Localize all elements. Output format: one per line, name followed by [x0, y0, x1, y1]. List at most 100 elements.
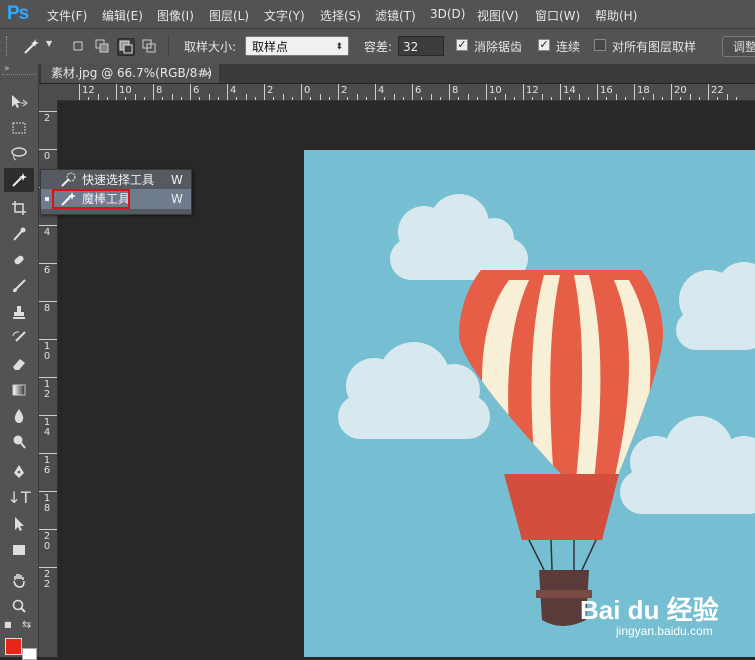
- h-ruler-minor-tick: [541, 94, 543, 100]
- stamp-icon: [13, 306, 25, 319]
- h-ruler-minor-tick: [245, 94, 247, 100]
- h-ruler-label: 6: [415, 85, 422, 96]
- refine-edge-button[interactable]: 调整: [722, 36, 755, 57]
- swap-colors-icon[interactable]: ⇆: [22, 618, 31, 631]
- eyedropper-tool[interactable]: [4, 222, 34, 246]
- menu-3d[interactable]: 3D(D): [430, 7, 465, 21]
- preset-dropdown-icon[interactable]: ▼: [46, 39, 52, 48]
- default-colors-icon[interactable]: ■: [4, 620, 12, 629]
- h-ruler-minor-tick: [624, 97, 626, 100]
- menu-view[interactable]: 视图(V): [477, 7, 519, 24]
- h-ruler-tick: [486, 84, 487, 100]
- horizontal-ruler[interactable]: 12 10 8 6 4 2 0 2 4 6 8 10 12 14 16 18 20 22: [57, 84, 755, 101]
- sample-all-layers-checkbox[interactable]: [594, 39, 606, 51]
- menu-select[interactable]: 选择(S): [320, 7, 361, 24]
- h-ruler-minor-tick: [421, 97, 423, 100]
- zoom-tool[interactable]: [4, 594, 34, 618]
- separator: [168, 35, 169, 57]
- h-ruler-minor-tick: [606, 97, 608, 100]
- h-ruler-label: 4: [230, 85, 237, 96]
- h-ruler-minor-tick: [143, 97, 145, 100]
- h-ruler-minor-tick: [615, 94, 617, 100]
- h-ruler-minor-tick: [476, 97, 478, 100]
- shape-tool[interactable]: [4, 538, 34, 562]
- path-selection-tool[interactable]: [4, 512, 34, 536]
- tool-preset-picker[interactable]: [20, 36, 42, 56]
- toolbox-grip[interactable]: [2, 74, 36, 77]
- menu-window[interactable]: 窗口(W): [535, 7, 580, 24]
- dodge-tool[interactable]: [4, 430, 34, 454]
- background-color-swatch[interactable]: [22, 648, 37, 660]
- h-ruler-minor-tick: [347, 97, 349, 100]
- blur-tool[interactable]: [4, 404, 34, 428]
- contiguous-label: 连续: [556, 40, 581, 54]
- quick-selection-icon: [61, 172, 76, 187]
- new-selection-button[interactable]: [70, 38, 86, 54]
- tolerance-input[interactable]: 32: [398, 36, 444, 56]
- v-ruler-tick: [39, 225, 57, 226]
- lasso-icon: [11, 147, 27, 161]
- options-bar: ▼ 取样大小: 取样点 ⬍ 容差: 32 ✓ 消除锯齿 ✓ 连续 对所有图层取样…: [0, 28, 755, 65]
- h-ruler-minor-tick: [467, 94, 469, 100]
- sample-size-select[interactable]: 取样点 ⬍: [245, 36, 349, 56]
- quick-selection-item[interactable]: 快速选择工具 W: [41, 170, 191, 190]
- h-ruler-tick: [560, 84, 561, 100]
- options-grip[interactable]: [6, 36, 10, 56]
- h-ruler-minor-tick: [291, 97, 293, 100]
- antialias-checkbox[interactable]: ✓: [456, 39, 468, 51]
- crop-tool[interactable]: [4, 196, 34, 220]
- foreground-color-swatch[interactable]: [5, 638, 22, 655]
- intersect-selection-button[interactable]: [141, 38, 157, 54]
- balloon-ropes: [528, 539, 597, 571]
- pen-tool[interactable]: [4, 460, 34, 484]
- h-ruler-tick: [153, 84, 154, 100]
- clone-stamp-tool[interactable]: [4, 300, 34, 324]
- brush-tool[interactable]: [4, 274, 34, 298]
- hand-icon: [13, 574, 25, 588]
- h-ruler-minor-tick: [569, 97, 571, 100]
- rect-marquee-icon: [12, 122, 26, 134]
- contiguous-checkbox[interactable]: ✓: [538, 39, 550, 51]
- marquee-tool[interactable]: [4, 116, 34, 140]
- magic-wand-tool[interactable]: [4, 168, 34, 192]
- v-ruler-tick: [39, 111, 57, 112]
- v-ruler-label: 2: [43, 113, 51, 124]
- v-ruler-label: 12: [43, 379, 51, 400]
- document-canvas[interactable]: [304, 150, 755, 657]
- document-tab[interactable]: 素材.jpg @ 66.7%(RGB/8#) ×: [41, 64, 219, 83]
- menu-help[interactable]: 帮助(H): [595, 7, 637, 24]
- photoshop-logo: Ps: [7, 3, 29, 24]
- subtract-from-selection-button[interactable]: [117, 38, 135, 56]
- arrow-cursor-icon: [15, 517, 24, 531]
- type-tool[interactable]: ↓T: [4, 486, 34, 510]
- menu-edit[interactable]: 编辑(E): [102, 7, 143, 24]
- h-ruler-tick: [301, 84, 302, 100]
- ruler-origin[interactable]: [39, 84, 58, 101]
- v-ruler-tick: [39, 339, 57, 340]
- history-brush-tool[interactable]: [4, 326, 34, 350]
- h-ruler-minor-tick: [550, 97, 552, 100]
- menu-image[interactable]: 图像(I): [157, 7, 194, 24]
- menu-type[interactable]: 文字(Y): [264, 7, 305, 24]
- healing-brush-tool[interactable]: [4, 248, 34, 272]
- balloon-illustration: [338, 194, 755, 626]
- h-ruler-minor-tick: [208, 94, 210, 100]
- menu-layer[interactable]: 图层(L): [209, 7, 249, 24]
- h-ruler-label: 8: [452, 85, 459, 96]
- collapse-toolbox-icon[interactable]: »: [4, 64, 10, 74]
- hand-tool[interactable]: [4, 568, 34, 592]
- move-tool[interactable]: [4, 90, 34, 114]
- close-tab-icon[interactable]: ×: [203, 64, 212, 83]
- lasso-tool[interactable]: [4, 142, 34, 166]
- h-ruler-tick: [449, 84, 450, 100]
- menu-file[interactable]: 文件(F): [47, 7, 87, 24]
- h-ruler-tick: [708, 84, 709, 100]
- add-to-selection-button[interactable]: [94, 38, 110, 54]
- menu-filter[interactable]: 滤镜(T): [375, 7, 416, 24]
- h-ruler-minor-tick: [125, 97, 127, 100]
- balloon-skirt: [504, 474, 619, 540]
- h-ruler-minor-tick: [273, 97, 275, 100]
- gradient-tool[interactable]: [4, 378, 34, 402]
- eraser-tool[interactable]: [4, 352, 34, 376]
- antialias-label: 消除锯齿: [474, 40, 523, 54]
